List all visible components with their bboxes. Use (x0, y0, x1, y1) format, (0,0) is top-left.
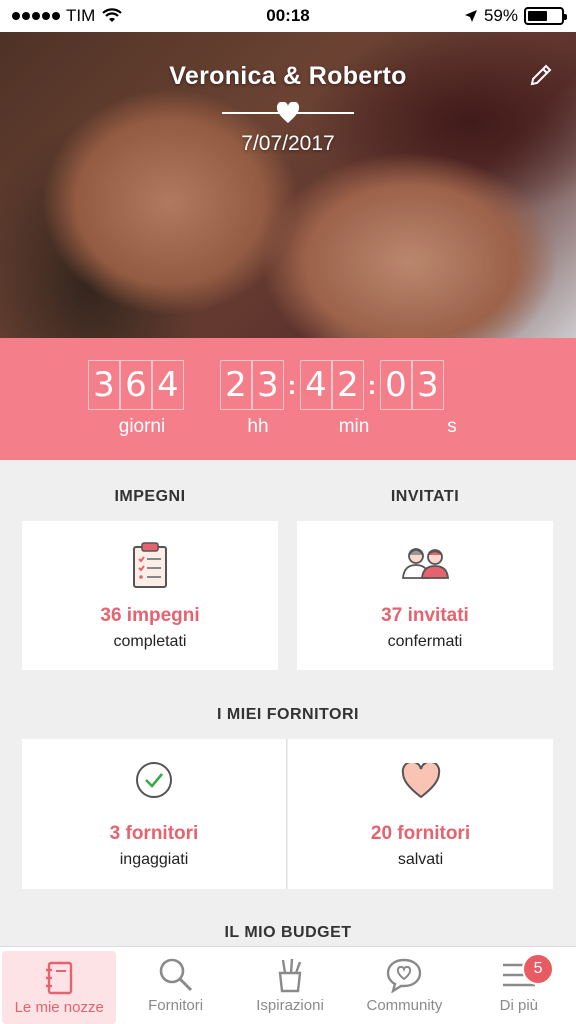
days-label: giorni (118, 416, 166, 437)
colon-separator: : (367, 369, 377, 400)
seconds-digit: 0 (380, 360, 412, 410)
tab-label: Community (366, 997, 443, 1014)
tab-label: Le mie nozze (14, 999, 104, 1016)
battery-icon (524, 7, 567, 25)
impegni-title: IMPEGNI (114, 488, 186, 505)
guests-icon (402, 548, 449, 579)
invitati-sub: confermati (387, 633, 463, 650)
heart-divider (222, 102, 354, 124)
impegni-count: 36 impegni (100, 605, 200, 626)
tab-fornitori[interactable]: Fornitori (118, 947, 232, 1024)
days-digit: 3 (88, 360, 120, 410)
tab-label: Di più (499, 997, 538, 1014)
tab-label: Ispirazioni (256, 997, 324, 1014)
status-left: TIM (12, 6, 123, 26)
hours-label: hh (247, 416, 269, 437)
couple-name: Veronica & Roberto (169, 62, 407, 90)
battery-level-fill (528, 11, 547, 21)
tab-di-piu[interactable]: Di più 5 (462, 947, 576, 1024)
notebook-icon (46, 961, 73, 995)
invitati-title: INVITATI (390, 488, 460, 505)
heart-icon (276, 102, 300, 123)
fornitori-ingaggiati-count: 3 fornitori (109, 823, 199, 844)
seconds-label: s (447, 416, 457, 437)
status-right: 59% (464, 6, 567, 26)
minutes-label: min (338, 416, 370, 437)
hours-group: 2 3 (220, 360, 284, 410)
countdown-digits: 3 6 4 2 3 : 4 2 : 0 3 (88, 360, 444, 410)
impegni-sub: completati (113, 633, 187, 650)
tab-label: Fornitori (148, 997, 204, 1014)
couple-photo-header: Veronica & Roberto 7/07/2017 (0, 32, 576, 338)
brushes-icon (278, 958, 302, 993)
fornitori-title: I MIEI FORNITORI (217, 706, 359, 723)
invitati-count: 37 invitati (381, 605, 469, 626)
signal-icon (12, 12, 60, 20)
wifi-icon (102, 8, 123, 22)
invitati-card[interactable]: 37 invitati confermati (297, 521, 553, 670)
heart-icon (401, 763, 440, 799)
fornitori-ingaggiati-sub: ingaggiati (119, 851, 189, 868)
carrier-label: TIM (66, 6, 96, 25)
hours-digit: 2 (220, 360, 252, 410)
minutes-digit: 4 (300, 360, 332, 410)
clipboard-icon (133, 542, 167, 588)
seconds-group: 0 3 (380, 360, 444, 410)
countdown-panel: 3 6 4 2 3 : 4 2 : 0 3 giorni hh min s (0, 338, 576, 460)
pencil-icon (530, 64, 552, 86)
minutes-digit: 2 (332, 360, 364, 410)
seconds-digit: 3 (412, 360, 444, 410)
impegni-card[interactable]: 36 impegni completati (22, 521, 278, 670)
check-circle-icon (136, 762, 172, 798)
budget-title: IL MIO BUDGET (224, 924, 352, 941)
edit-button[interactable] (526, 60, 556, 90)
days-digit: 6 (120, 360, 152, 410)
status-bar: TIM 00:18 59% (0, 0, 576, 32)
tab-community[interactable]: Community (347, 947, 461, 1024)
colon-separator: : (287, 369, 297, 400)
search-icon (159, 958, 192, 992)
days-group: 3 6 4 (88, 360, 184, 410)
fornitori-salvati-card[interactable]: 20 fornitori salvati (288, 739, 553, 889)
wedding-date: 7/07/2017 (241, 132, 335, 155)
fornitori-salvati-sub: salvati (397, 851, 444, 868)
hours-digit: 3 (252, 360, 284, 410)
tab-ispirazioni[interactable]: Ispirazioni (233, 947, 347, 1024)
location-arrow-icon (464, 10, 477, 22)
fornitori-ingaggiati-card[interactable]: 3 fornitori ingaggiati (22, 739, 287, 889)
chat-heart-icon (387, 958, 422, 993)
fornitori-salvati-count: 20 fornitori (370, 823, 471, 844)
notification-badge: 5 (522, 953, 555, 985)
tab-bar: Le mie nozze Fornitori Ispirazioni Commu… (0, 946, 576, 1024)
tab-le-mie-nozze[interactable]: Le mie nozze (2, 951, 117, 1024)
days-digit: 4 (152, 360, 184, 410)
minutes-group: 4 2 (300, 360, 364, 410)
battery-percent: 59% (483, 6, 518, 25)
